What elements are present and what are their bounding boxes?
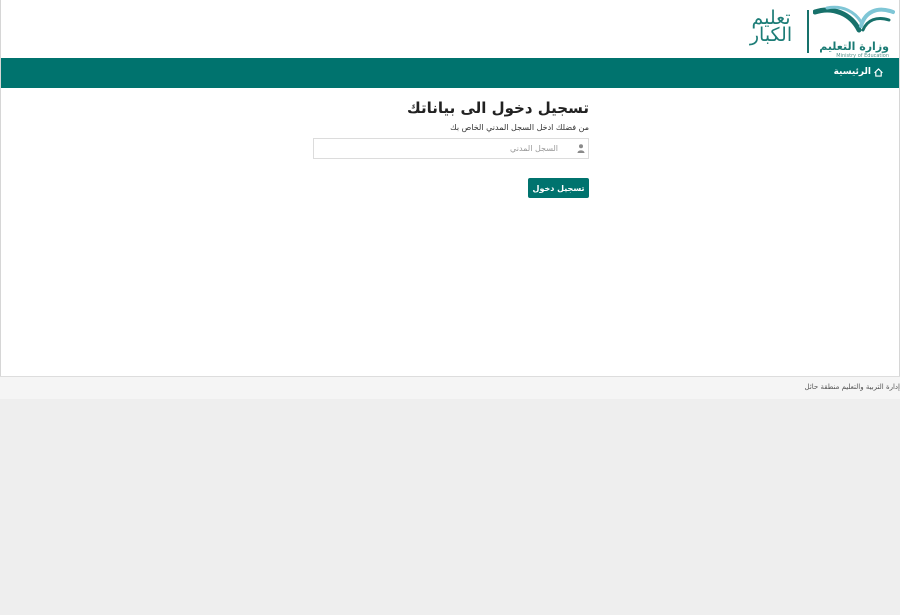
ministry-logo[interactable]: وزارة التعليم Ministry of Education	[813, 4, 895, 59]
login-subtitle: من فضلك ادخل السجل المدني الخاص بك	[450, 123, 589, 132]
ministry-name-ar: وزارة التعليم	[819, 40, 889, 53]
site-header: وزارة التعليم Ministry of Education تعلي…	[1, 0, 899, 59]
nav-home-label: الرئيسية	[833, 67, 871, 77]
brand-line-2: الكبار	[749, 24, 793, 46]
book-wings-icon	[813, 5, 895, 33]
user-icon	[577, 144, 585, 153]
site-footer: إدارة التربية والتعليم منطقة حائل	[0, 376, 900, 399]
login-button[interactable]: تسجيل دخول	[528, 178, 589, 198]
civil-id-input[interactable]	[314, 139, 572, 158]
brand-logo[interactable]: تعليم الكبار	[741, 9, 801, 46]
home-icon	[874, 67, 883, 77]
login-form: تسجيل دخول الى بياناتك من فضلك ادخل السج…	[313, 98, 589, 198]
login-title: تسجيل دخول الى بياناتك	[406, 99, 589, 117]
main-navbar: الرئيسية	[1, 58, 899, 88]
header-divider	[807, 10, 809, 53]
page-container: وزارة التعليم Ministry of Education تعلي…	[0, 0, 900, 376]
footer-text: إدارة التربية والتعليم منطقة حائل	[804, 383, 900, 391]
nav-home-link[interactable]: الرئيسية	[834, 67, 883, 77]
civil-id-field-wrapper	[313, 138, 589, 159]
